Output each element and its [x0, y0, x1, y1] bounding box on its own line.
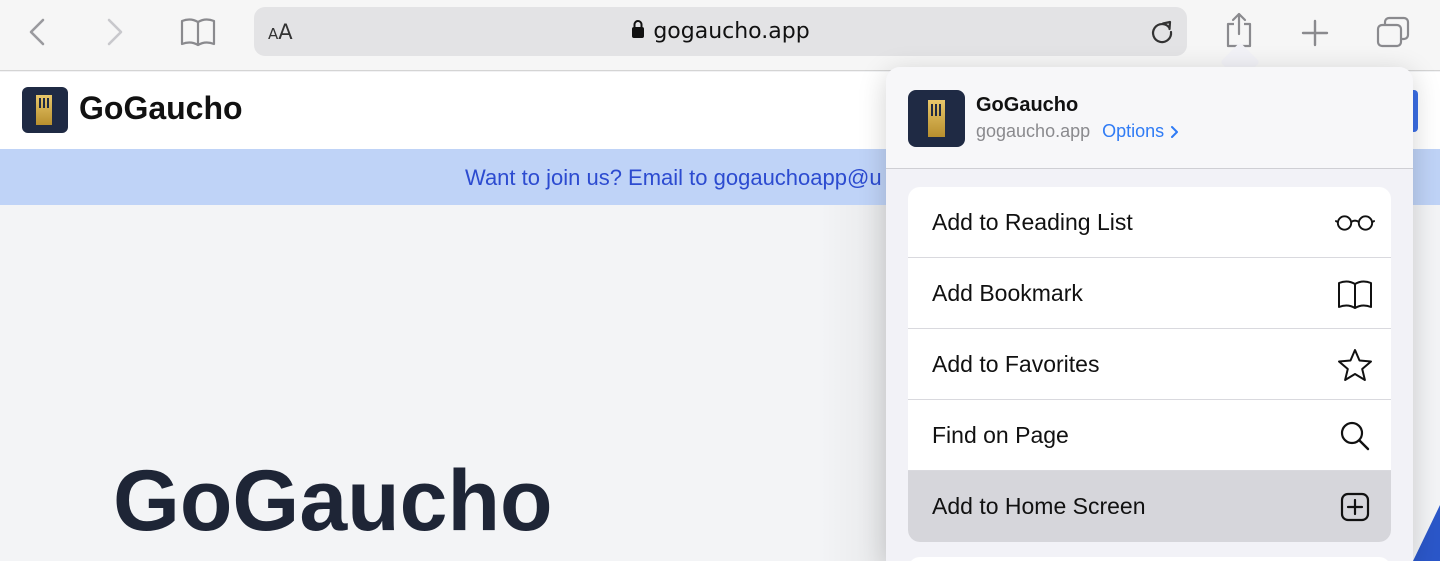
app-icon — [908, 90, 965, 147]
decorative-corner-shape — [1413, 505, 1440, 561]
share-domain: gogaucho.app — [976, 121, 1091, 141]
bookmarks-book-icon[interactable] — [178, 14, 218, 50]
action-add-to-reading-list[interactable]: Add to Reading List — [908, 187, 1391, 258]
share-actions-list: Add to Reading List Add Bookmark Add to … — [908, 187, 1391, 542]
search-icon — [1335, 416, 1375, 456]
popover-shadow — [820, 205, 890, 561]
lock-icon — [631, 19, 645, 44]
new-tab-plus-icon[interactable] — [1298, 16, 1332, 50]
url-text: gogaucho.app — [653, 19, 810, 44]
banner-text[interactable]: Want to join us? Email to gogauchoapp@u — [465, 165, 882, 191]
action-add-to-home-screen[interactable]: Add to Home Screen — [908, 471, 1391, 542]
share-sheet: GoGaucho gogaucho.app Options Add to Rea… — [886, 67, 1413, 561]
options-label: Options — [1102, 121, 1165, 141]
action-add-bookmark[interactable]: Add Bookmark — [908, 258, 1391, 329]
tabs-overview-icon[interactable] — [1374, 14, 1412, 50]
action-label: Add Bookmark — [932, 279, 1083, 306]
action-find-on-page[interactable]: Find on Page — [908, 400, 1391, 471]
forward-chevron-right-icon[interactable] — [100, 16, 130, 48]
options-button[interactable]: Options — [1102, 121, 1179, 142]
next-actions-group — [908, 557, 1391, 561]
site-brand[interactable]: GoGaucho — [79, 90, 243, 127]
action-label: Add to Favorites — [932, 350, 1100, 377]
share-sheet-header: GoGaucho gogaucho.app Options — [886, 67, 1413, 169]
chevron-right-icon — [1171, 125, 1179, 138]
action-label: Add to Reading List — [932, 208, 1133, 235]
url-display[interactable]: gogaucho.app — [254, 7, 1187, 56]
action-add-to-favorites[interactable]: Add to Favorites — [908, 329, 1391, 400]
share-title: GoGaucho — [976, 94, 1079, 116]
book-icon — [1335, 274, 1375, 314]
glasses-icon — [1335, 203, 1375, 243]
reload-icon[interactable] — [1149, 19, 1175, 50]
share-subtitle: gogaucho.app Options — [976, 121, 1179, 142]
star-icon — [1335, 345, 1375, 385]
action-label: Add to Home Screen — [932, 493, 1146, 519]
action-label: Find on Page — [932, 421, 1069, 448]
plus-square-icon — [1335, 487, 1375, 527]
back-chevron-left-icon[interactable] — [22, 16, 52, 48]
address-bar[interactable]: AA gogaucho.app — [254, 7, 1187, 56]
gogaucho-logo[interactable] — [22, 87, 68, 133]
hero-title: GoGaucho — [113, 453, 553, 549]
